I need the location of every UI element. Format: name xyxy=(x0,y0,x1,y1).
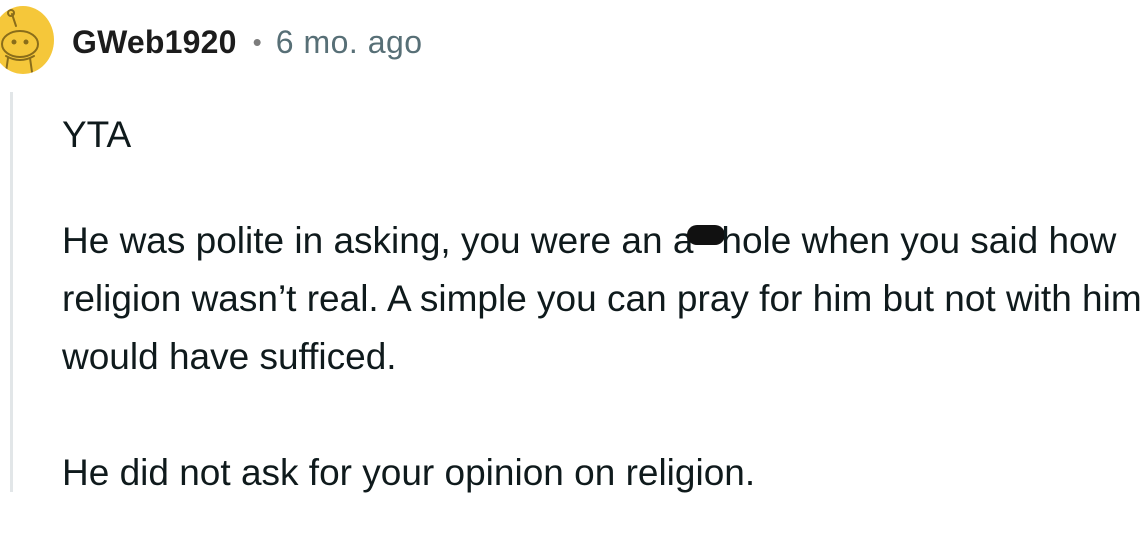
comment-paragraph: He was polite in asking, you were an a ho… xyxy=(62,212,1142,386)
username-link[interactable]: GWeb1920 xyxy=(72,24,237,61)
comment: GWeb1920 • 6 mo. ago YTA He was polite i… xyxy=(0,0,1144,493)
comment-timestamp[interactable]: 6 mo. ago xyxy=(276,24,423,61)
comment-paragraph: He did not ask for your opinion on relig… xyxy=(62,452,756,493)
thread-collapse-line[interactable] xyxy=(10,92,13,492)
verdict-paragraph: YTA xyxy=(62,114,132,155)
comment-header: GWeb1920 • 6 mo. ago xyxy=(72,18,423,66)
meta-separator: • xyxy=(252,26,262,57)
avatar[interactable] xyxy=(0,6,54,74)
redaction-mark xyxy=(687,225,726,245)
snoo-avatar-icon xyxy=(1,9,39,73)
paragraph-text-start: He was polite in asking, you were an a xyxy=(62,220,694,261)
